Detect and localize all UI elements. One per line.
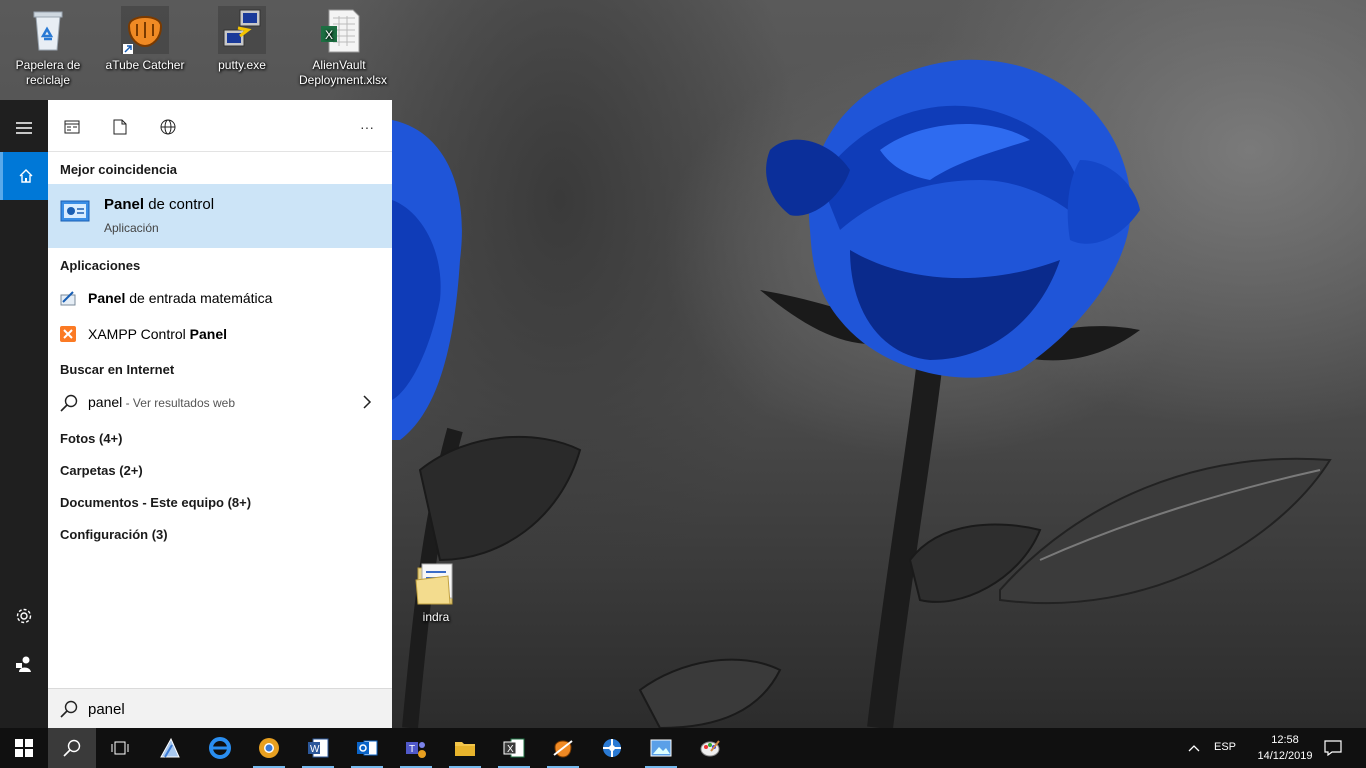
search-filter-bar: ··· (48, 100, 392, 152)
language-indicator[interactable]: ESP (1214, 741, 1236, 753)
desktop-icon-label: aTube Catcher (105, 58, 185, 72)
gear-icon[interactable] (0, 592, 48, 640)
best-match-heading: Mejor coincidencia (60, 162, 178, 177)
svg-text:X: X (507, 744, 514, 755)
control-panel-icon (60, 200, 90, 229)
apps-heading: Aplicaciones (60, 258, 141, 273)
category-settings[interactable]: Configuración (3) (60, 527, 168, 542)
category-photos[interactable]: Fotos (4+) (60, 431, 122, 446)
svg-text:X: X (325, 28, 333, 42)
category-documents[interactable]: Documentos - Este equipo (8+) (60, 495, 251, 510)
clock-date: 14/12/2019 (1257, 750, 1313, 762)
search-icon (63, 739, 81, 757)
desktop-icon-label: indra (422, 610, 450, 624)
app-result-text: XAMPP Control (88, 326, 190, 342)
edge-icon[interactable] (196, 728, 244, 768)
web-search-heading: Buscar en Internet (60, 362, 175, 377)
windows-logo-icon (15, 739, 33, 757)
desktop-icon-excel-file[interactable]: X AlienVault Deployment.xlsx (299, 0, 388, 88)
desktop-icon-atube-catcher[interactable]: aTube Catcher (105, 0, 185, 73)
clock[interactable]: 12:58 14/12/2019 (1250, 732, 1320, 764)
category-folders[interactable]: Carpetas (2+) (60, 463, 143, 478)
search-icon (60, 700, 78, 723)
search-box[interactable]: panel (48, 688, 392, 728)
web-result-query: panel (88, 394, 123, 410)
taskbar-search-button[interactable] (48, 728, 96, 768)
best-match-name-bold: Panel (104, 196, 145, 213)
teams-icon[interactable]: T (392, 728, 440, 768)
svg-text:T: T (409, 744, 415, 755)
task-view-icon[interactable] (96, 728, 144, 768)
putty-icon (218, 6, 266, 54)
hamburger-icon[interactable] (0, 104, 48, 152)
file-explorer-icon[interactable] (441, 728, 489, 768)
search-icon (60, 394, 78, 417)
atube-catcher-icon (121, 6, 169, 54)
taskbar: W T X ESP 12:58 14/12/2019 (0, 728, 1366, 768)
user-icon[interactable] (0, 640, 48, 688)
web-result-suffix: - Ver resultados web (122, 396, 235, 410)
chevron-right-icon (362, 395, 372, 414)
more-options-button[interactable]: ··· (354, 114, 380, 140)
app-result-match: Panel (88, 290, 126, 306)
outlook-icon[interactable] (343, 728, 391, 768)
desktop-icon-folder-indra[interactable]: indra (396, 552, 476, 625)
app-result-xampp-control-panel[interactable]: XAMPP Control Panel (48, 322, 392, 348)
chrome-icon[interactable] (245, 728, 293, 768)
chevron-up-icon[interactable] (1184, 740, 1204, 756)
math-input-icon (60, 290, 76, 311)
excel-icon[interactable]: X (490, 728, 538, 768)
web-result-row[interactable]: panel - Ver resultados web (48, 390, 392, 416)
best-match-name-rest: de control (144, 196, 215, 213)
folder-icon (412, 558, 460, 606)
apps-filter-icon[interactable] (59, 114, 85, 140)
desktop-icon-recycle-bin[interactable]: Papelera de reciclaje (8, 0, 88, 88)
atube-icon[interactable] (539, 728, 587, 768)
app-result-match: Panel (189, 326, 228, 342)
web-filter-icon[interactable] (155, 114, 181, 140)
photos-icon[interactable] (637, 728, 685, 768)
svg-text:W: W (310, 744, 320, 755)
start-menu-rail (0, 100, 48, 728)
xampp-icon (60, 326, 76, 347)
azure-icon[interactable] (146, 728, 194, 768)
desktop-icon-label: Papelera de reciclaje (15, 58, 81, 87)
recycle-bin-icon (24, 6, 72, 54)
excel-file-icon: X (315, 6, 363, 54)
clock-time: 12:58 (1271, 734, 1299, 746)
best-match-type: Aplicación (104, 221, 159, 235)
app-result-text: de entrada matemática (125, 290, 273, 306)
best-match-result-control-panel[interactable]: Panel de control Aplicación (48, 184, 392, 248)
desktop-icon-putty[interactable]: putty.exe (202, 0, 282, 73)
home-icon[interactable] (0, 152, 48, 200)
paint-icon[interactable] (686, 728, 734, 768)
app-result-math-input-panel[interactable]: Panel de entrada matemática (48, 286, 392, 312)
start-button[interactable] (0, 728, 48, 768)
notification-icon[interactable] (1320, 738, 1346, 758)
word-icon[interactable]: W (294, 728, 342, 768)
search-results-panel: ··· Mejor coincidencia Panel de control … (48, 100, 392, 728)
documents-filter-icon[interactable] (107, 114, 133, 140)
search-input[interactable]: panel (88, 701, 125, 718)
vpn-icon[interactable] (588, 728, 636, 768)
desktop-icon-label: putty.exe (218, 58, 266, 72)
desktop-icon-label: AlienVault Deployment.xlsx (299, 58, 388, 87)
